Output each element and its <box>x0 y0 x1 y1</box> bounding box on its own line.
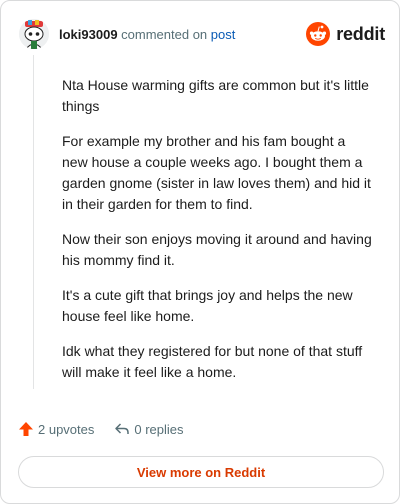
brand-wordmark: reddit <box>336 23 385 44</box>
username-link[interactable]: loki93009 <box>59 27 118 42</box>
reddit-logo-icon <box>306 22 331 46</box>
comment-body: Nta House warming gifts are common but i… <box>62 75 374 397</box>
upvote-count: 2 upvotes <box>38 421 95 437</box>
comment-header: loki93009 commented on post reddit <box>19 17 385 51</box>
reddit-brand[interactable]: reddit <box>306 22 385 46</box>
upvote-arrow-icon <box>19 422 33 436</box>
snoo-avatar-icon <box>19 19 49 49</box>
comment-paragraph: Now their son enjoys moving it around an… <box>62 231 372 268</box>
view-more-button[interactable]: View more on Reddit <box>18 456 384 488</box>
reply-arrow-icon <box>115 423 130 434</box>
upvote-button[interactable]: 2 upvotes <box>18 421 94 437</box>
comment-card: loki93009 commented on post reddit Nta H… <box>0 0 400 504</box>
action-text: commented on <box>121 26 208 42</box>
reply-button[interactable]: 0 replies <box>114 421 184 437</box>
comment-meta: loki93009 commented on post <box>59 27 235 42</box>
reply-count: 0 replies <box>134 421 184 437</box>
comment-paragraph: It's a cute gift that brings joy and hel… <box>62 287 353 324</box>
comment-actions: 2 upvotes 0 replies <box>18 421 184 437</box>
thread-line <box>33 55 34 389</box>
avatar[interactable] <box>19 19 49 49</box>
comment-paragraph: Nta House warming gifts are common but i… <box>62 77 369 114</box>
comment-paragraph: For example my brother and his fam bough… <box>62 133 371 212</box>
comment-paragraph: Idk what they registered for but none of… <box>62 343 363 380</box>
post-link[interactable]: post <box>211 27 236 42</box>
